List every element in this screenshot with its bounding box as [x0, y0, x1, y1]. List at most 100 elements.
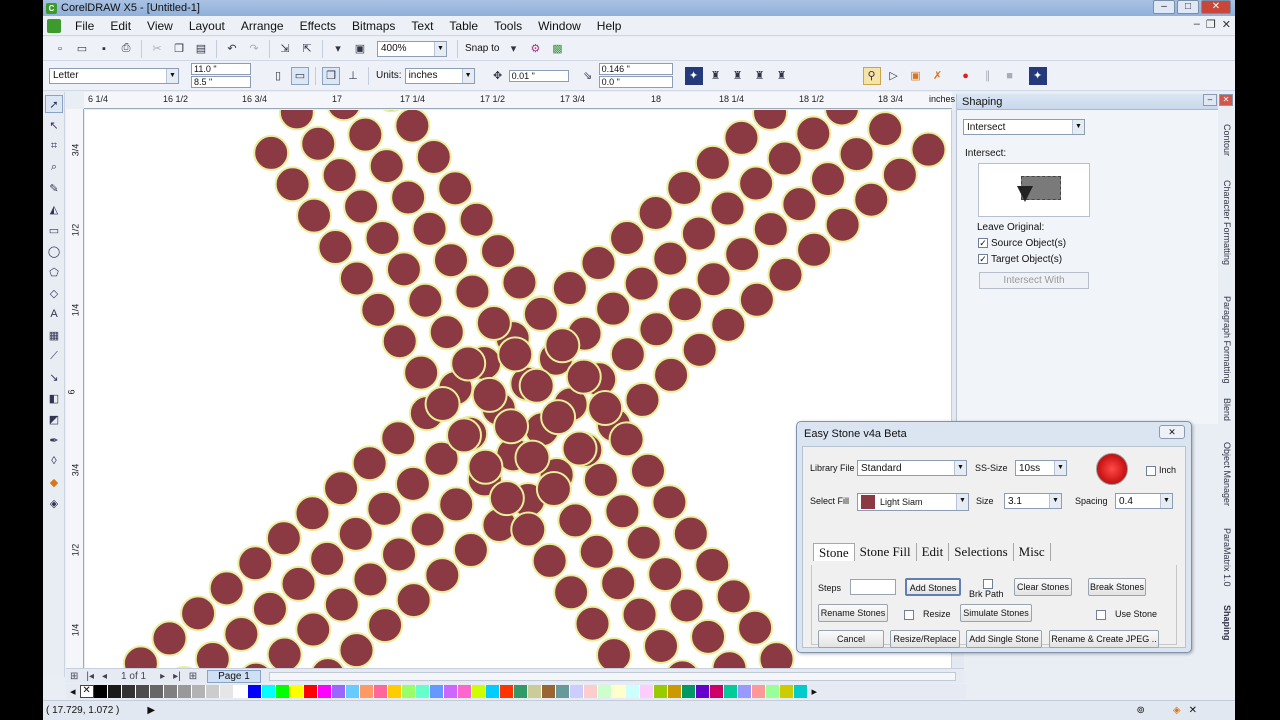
color-swatch[interactable] — [457, 685, 472, 698]
polygon-tool-icon[interactable]: ⬠ — [45, 263, 63, 281]
stone[interactable] — [208, 570, 245, 607]
color-swatch[interactable] — [121, 685, 136, 698]
tab-selections[interactable]: Selections — [949, 543, 1014, 561]
color-swatch[interactable] — [233, 685, 248, 698]
dialog-close-icon[interactable]: ✕ — [1159, 425, 1185, 439]
pin-icon[interactable]: ⚲ — [862, 66, 881, 85]
pick-tool-icon[interactable]: ➚ — [45, 95, 63, 113]
stone[interactable] — [424, 385, 461, 422]
brk-path-checkbox[interactable] — [983, 579, 993, 589]
library-file-combo[interactable]: Standard ▼ — [857, 460, 967, 476]
color-swatch[interactable] — [429, 685, 444, 698]
stone[interactable] — [438, 486, 475, 523]
open-icon[interactable]: ▭ — [73, 40, 91, 58]
intersect-with-button[interactable]: Intersect With — [979, 272, 1089, 289]
fill-tool-icon[interactable]: ◆ — [45, 473, 63, 491]
menu-tools[interactable]: Tools — [486, 19, 530, 33]
rectangle-tool-icon[interactable]: ▭ — [45, 221, 63, 239]
stone[interactable] — [867, 111, 904, 148]
menu-help[interactable]: Help — [589, 19, 630, 33]
paste-icon[interactable]: ▤ — [192, 40, 210, 58]
docker-tab-shaping[interactable]: Shaping — [1222, 605, 1232, 641]
doc-restore-icon[interactable]: ❐ — [1206, 18, 1216, 31]
color-swatch[interactable] — [513, 685, 528, 698]
color-swatch[interactable] — [359, 685, 374, 698]
editor-icon[interactable]: ✦ — [1028, 66, 1047, 85]
status-arrow-icon[interactable]: ▶ — [147, 705, 155, 716]
stone[interactable] — [352, 561, 389, 598]
prev-page-icon[interactable]: ◂ — [102, 671, 107, 682]
smart-fill-icon[interactable]: ◭ — [45, 200, 63, 218]
stone[interactable] — [553, 574, 590, 611]
stone[interactable] — [266, 636, 303, 668]
stone[interactable] — [471, 376, 508, 413]
stone[interactable] — [623, 265, 660, 302]
stop-icon[interactable]: ■ — [1001, 67, 1019, 85]
stone[interactable] — [403, 354, 440, 391]
stone[interactable] — [578, 533, 615, 570]
stone[interactable] — [428, 314, 465, 351]
menu-window[interactable]: Window — [530, 19, 589, 33]
stone[interactable] — [317, 229, 354, 266]
dimension-tool-icon[interactable]: ⟋ — [45, 347, 63, 365]
minimize-button[interactable]: – — [1153, 0, 1175, 14]
stone[interactable] — [514, 439, 551, 476]
undo-icon[interactable]: ↶ — [223, 40, 241, 58]
macro-run2-icon[interactable]: ♜ — [729, 67, 747, 85]
stone[interactable] — [647, 556, 684, 593]
color-swatch[interactable] — [667, 685, 682, 698]
stone[interactable] — [278, 110, 315, 131]
ss-size-combo[interactable]: 10ss ▼ — [1015, 460, 1067, 476]
stone[interactable] — [680, 215, 717, 252]
stone[interactable] — [501, 264, 538, 301]
select-fill-combo[interactable]: Light Siam ▼ — [857, 493, 969, 511]
stone[interactable] — [758, 641, 795, 668]
stone[interactable] — [824, 206, 861, 243]
stone[interactable] — [809, 161, 846, 198]
copy-icon[interactable]: ❐ — [170, 40, 188, 58]
stone[interactable] — [411, 210, 448, 247]
color-swatch[interactable] — [765, 685, 780, 698]
stone[interactable] — [450, 345, 487, 382]
color-swatch[interactable] — [737, 685, 752, 698]
color-swatch[interactable] — [415, 685, 430, 698]
inch-checkbox[interactable]: Inch — [1146, 465, 1176, 476]
target-objects-checkbox[interactable]: ✓ Target Object(s) — [978, 254, 1062, 265]
tab-misc[interactable]: Misc — [1014, 543, 1051, 561]
stone[interactable] — [458, 201, 495, 238]
color-swatch[interactable] — [751, 685, 766, 698]
palette-scroll-right-icon[interactable]: ▸ — [812, 685, 818, 698]
color-swatch[interactable] — [499, 685, 514, 698]
stone[interactable] — [251, 590, 288, 627]
stone[interactable] — [488, 480, 525, 517]
stone[interactable] — [395, 582, 432, 619]
color-swatch[interactable] — [345, 685, 360, 698]
stone[interactable] — [587, 390, 624, 427]
stone[interactable] — [237, 545, 274, 582]
color-swatch[interactable] — [653, 685, 668, 698]
stone[interactable] — [381, 323, 418, 360]
color-swatch[interactable] — [555, 685, 570, 698]
stone[interactable] — [544, 327, 581, 364]
color-swatch[interactable] — [303, 685, 318, 698]
stone[interactable] — [367, 607, 404, 644]
new-icon[interactable]: ▫ — [51, 40, 69, 58]
stone[interactable] — [710, 306, 747, 343]
stone[interactable] — [694, 546, 731, 583]
docker-close-icon[interactable]: ✕ — [1219, 94, 1233, 106]
color-swatch[interactable] — [275, 685, 290, 698]
stone[interactable] — [630, 452, 667, 489]
package-icon[interactable]: ▣ — [907, 67, 925, 85]
doc-close-icon[interactable]: ✕ — [1222, 18, 1231, 31]
stone[interactable] — [280, 565, 317, 602]
nudge-field[interactable]: 0.01 " — [508, 69, 569, 82]
shape-tool-icon[interactable]: ↖ — [45, 116, 63, 134]
color-swatch[interactable] — [709, 685, 724, 698]
duplicate-x-field[interactable]: 0.146 " — [598, 63, 673, 75]
connector-tool-icon[interactable]: ↘ — [45, 368, 63, 386]
stone[interactable] — [653, 356, 690, 393]
stone[interactable] — [497, 336, 534, 373]
welcome-screen-icon[interactable]: ▣ — [351, 40, 369, 58]
stone[interactable] — [327, 110, 361, 122]
color-swatch[interactable] — [793, 685, 808, 698]
